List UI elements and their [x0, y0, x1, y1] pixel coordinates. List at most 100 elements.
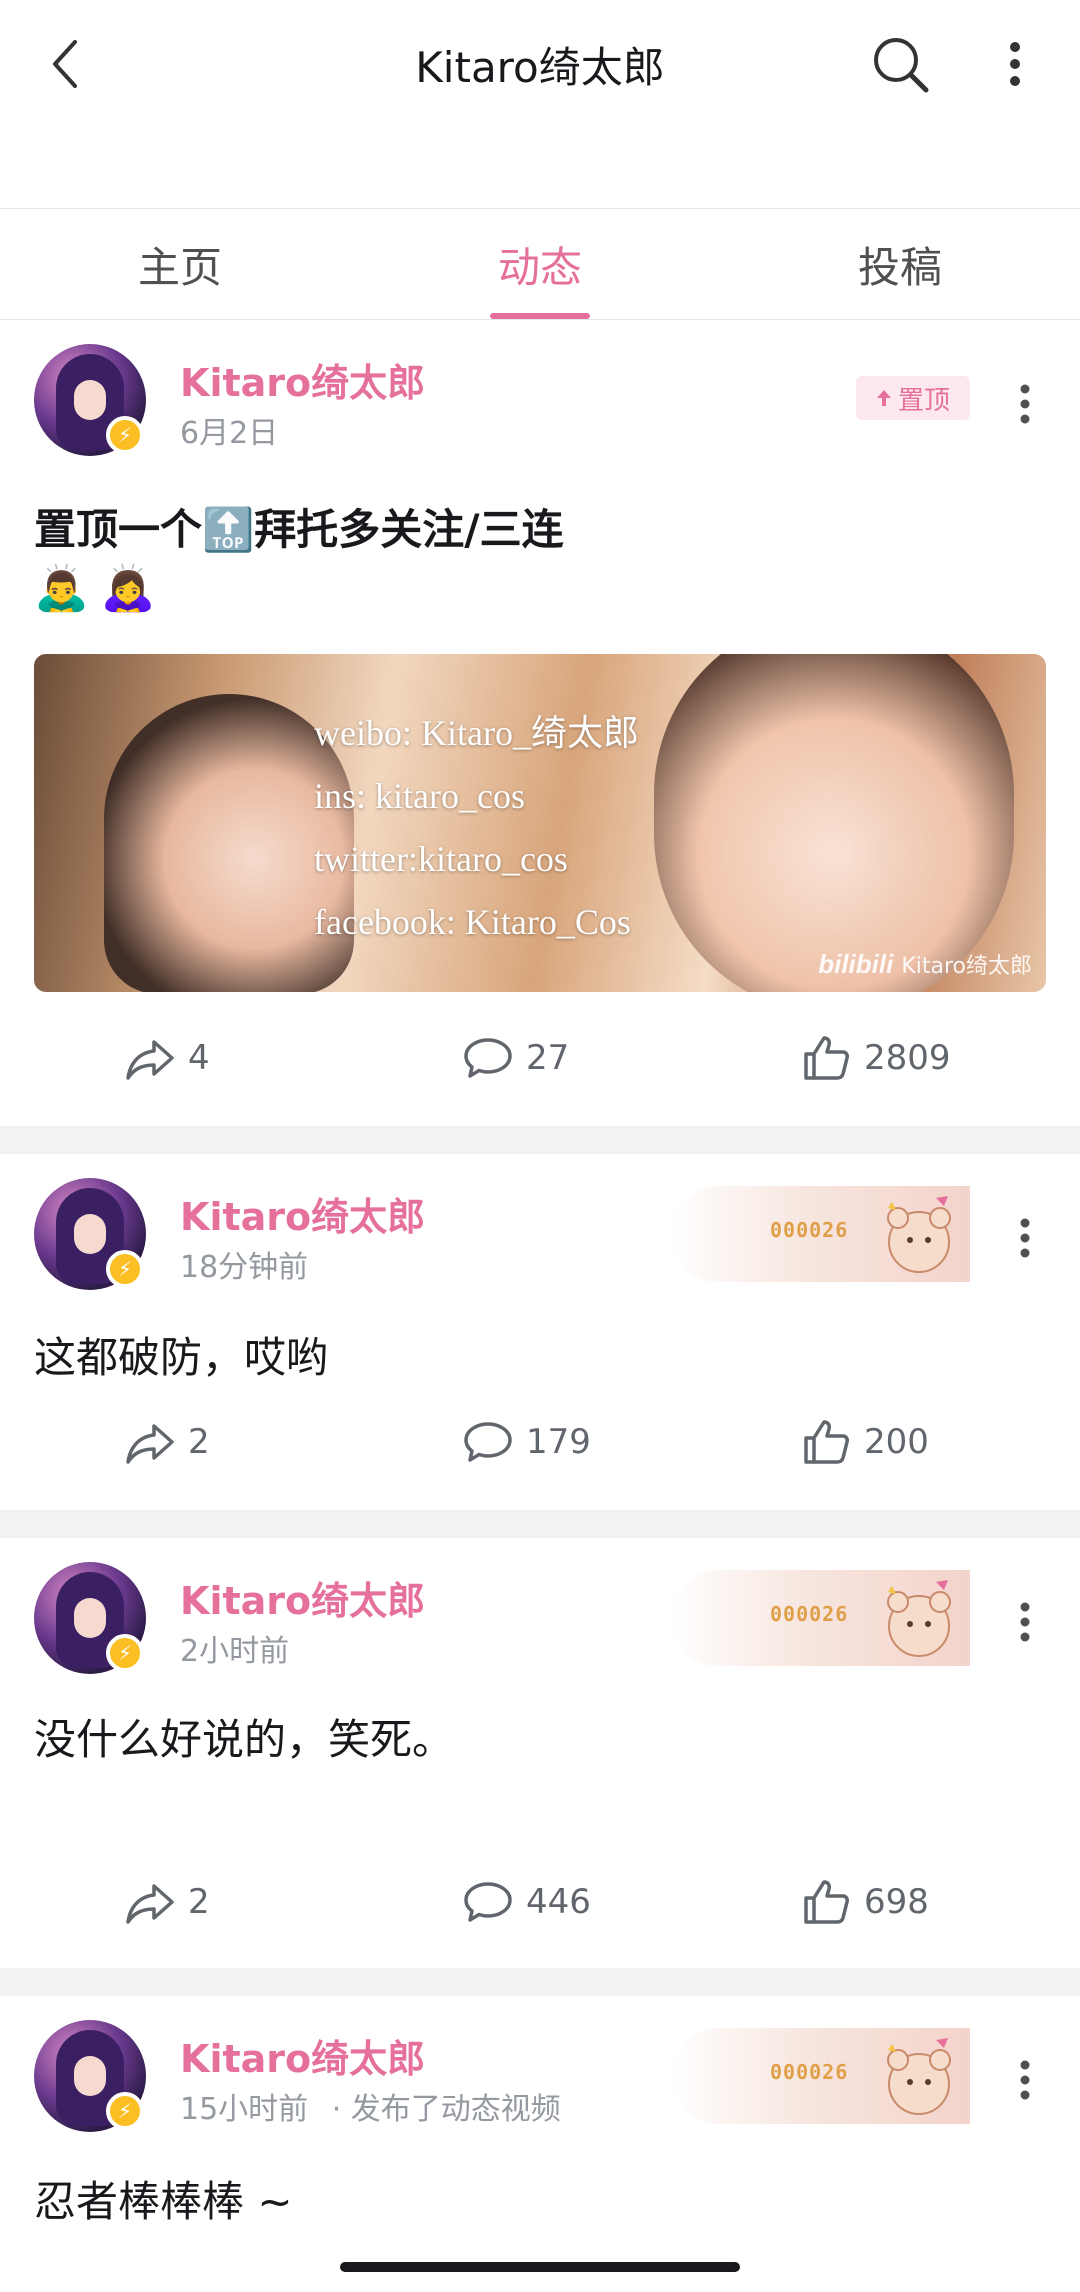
- fan-badge-number: 000026: [770, 1602, 849, 1626]
- share-icon: [126, 1884, 174, 1924]
- like-button[interactable]: 2809: [800, 1028, 951, 1088]
- bilibili-logo: bilibili: [818, 949, 894, 979]
- comment-count: 179: [526, 1422, 591, 1462]
- share-count: 2: [188, 1422, 210, 1462]
- author-name[interactable]: Kitaro绮太郎: [180, 352, 425, 407]
- tab-dynamics[interactable]: 动态: [360, 209, 720, 319]
- comment-count: 446: [526, 1882, 591, 1922]
- thumbs-up-icon: [804, 1036, 849, 1080]
- post-card[interactable]: ⚡ Kitaro绮太郎 18分钟前 000026 这都破防，哎哟 2 179 2…: [0, 1154, 1080, 1510]
- bear-decoration-icon: [887, 2038, 951, 2115]
- fan-badge-number: 000026: [770, 2060, 849, 2084]
- tab-submissions-label: 投稿: [857, 242, 942, 292]
- post-time: 6月2日: [180, 416, 279, 451]
- lightning-badge-icon: ⚡: [106, 1250, 144, 1288]
- pinned-label: 置顶: [897, 385, 950, 416]
- share-button[interactable]: 2: [124, 1412, 210, 1472]
- share-count: 4: [188, 1038, 210, 1078]
- lightning-badge-icon: ⚡: [106, 1634, 144, 1672]
- thumbs-up-icon: [804, 1880, 849, 1924]
- pinned-badge: 置顶: [856, 376, 970, 420]
- post-more-button[interactable]: [1000, 2050, 1050, 2110]
- share-count: 2: [188, 1882, 210, 1922]
- section-divider: [0, 1510, 1080, 1538]
- author-name[interactable]: Kitaro绮太郎: [180, 2028, 425, 2083]
- comment-icon: [464, 1882, 512, 1922]
- top-bar: Kitaro绮太郎: [0, 0, 1080, 130]
- post-more-button[interactable]: [1000, 374, 1050, 434]
- bear-decoration-icon: [887, 1196, 951, 1273]
- like-button[interactable]: 200: [800, 1412, 929, 1472]
- emoji-row: 🙇‍♂️ 🙇‍♀️: [34, 562, 156, 614]
- watermark-user: Kitaro绮太郎: [901, 954, 1032, 979]
- image-caption: weibo: Kitaro_绮太郎 ins: kitaro_cos twitte…: [314, 702, 639, 954]
- like-button[interactable]: 698: [800, 1872, 929, 1932]
- author-name[interactable]: Kitaro绮太郎: [180, 1570, 425, 1625]
- post-more-button[interactable]: [1000, 1208, 1050, 1268]
- bowing-woman-emoji: 🙇‍♀️: [100, 563, 156, 614]
- post-type-label: · 发布了动态视频: [331, 2092, 561, 2127]
- post-card[interactable]: ⚡ Kitaro绮太郎 2小时前 000026 没什么好说的，笑死。 2 446…: [0, 1538, 1080, 1968]
- more-vertical-icon: [1020, 384, 1030, 424]
- tab-dynamics-label: 动态: [497, 242, 582, 292]
- more-button[interactable]: [990, 28, 1040, 100]
- action-bar: 2 179 200: [0, 1412, 1080, 1472]
- search-icon: [874, 38, 929, 93]
- comment-button[interactable]: 27: [462, 1028, 569, 1088]
- fan-badge-decoration: 000026: [670, 1570, 970, 1666]
- post-time: 15小时前: [180, 2092, 309, 2127]
- home-indicator[interactable]: [340, 2262, 740, 2272]
- avatar[interactable]: ⚡: [34, 1178, 146, 1290]
- more-vertical-icon: [1010, 42, 1020, 86]
- lightning-badge-icon: ⚡: [106, 416, 144, 454]
- post-card[interactable]: ⚡ Kitaro绮太郎 15小时前 · 发布了动态视频 000026 忍者棒棒棒…: [0, 1996, 1080, 2292]
- image-line-facebook: facebook: Kitaro_Cos: [314, 902, 631, 942]
- post-text: 置顶一个🔝拜托多关注/三连: [34, 505, 564, 554]
- image-line-twitter: twitter:kitaro_cos: [314, 839, 568, 879]
- post-text: 这都破防，哎哟: [34, 1333, 329, 1382]
- avatar[interactable]: ⚡: [34, 2020, 146, 2132]
- fan-badge-decoration: 000026: [670, 2028, 970, 2124]
- share-icon: [126, 1424, 174, 1464]
- post-text: 忍者棒棒棒 ~: [34, 2177, 293, 2226]
- more-vertical-icon: [1020, 2060, 1030, 2100]
- tab-bar: 主页 动态 投稿: [0, 208, 1080, 320]
- post-image[interactable]: weibo: Kitaro_绮太郎 ins: kitaro_cos twitte…: [34, 654, 1046, 992]
- section-divider: [0, 1126, 1080, 1154]
- like-count: 200: [864, 1422, 929, 1462]
- post-more-button[interactable]: [1000, 1592, 1050, 1652]
- like-count: 2809: [864, 1038, 951, 1078]
- bowing-man-emoji: 🙇‍♂️: [34, 563, 89, 614]
- comment-icon: [464, 1422, 512, 1462]
- arrow-up-icon: [876, 390, 891, 406]
- share-button[interactable]: 4: [124, 1028, 210, 1088]
- tab-home-label: 主页: [137, 242, 222, 292]
- comment-button[interactable]: 179: [462, 1412, 591, 1472]
- image-line-weibo: weibo: Kitaro_绮太郎: [314, 713, 639, 753]
- avatar-face: [74, 1598, 106, 1638]
- more-vertical-icon: [1020, 1218, 1030, 1258]
- lightning-badge-icon: ⚡: [106, 2092, 144, 2130]
- avatar[interactable]: ⚡: [34, 1562, 146, 1674]
- action-bar: 2 446 698: [0, 1872, 1080, 1932]
- thumbs-up-icon: [804, 1420, 849, 1464]
- search-button[interactable]: [864, 28, 936, 100]
- like-count: 698: [864, 1882, 929, 1922]
- tab-submissions[interactable]: 投稿: [720, 209, 1080, 319]
- tab-home[interactable]: 主页: [0, 209, 360, 319]
- post-time: 2小时前: [180, 1634, 290, 1669]
- bear-decoration-icon: [887, 1580, 951, 1657]
- avatar[interactable]: ⚡: [34, 344, 146, 456]
- fan-badge-number: 000026: [770, 1218, 849, 1242]
- action-bar: 4 27 2809: [0, 1028, 1080, 1088]
- author-name[interactable]: Kitaro绮太郎: [180, 1186, 425, 1241]
- comment-button[interactable]: 446: [462, 1872, 591, 1932]
- image-watermark: bilibili Kitaro绮太郎: [818, 948, 1032, 980]
- share-button[interactable]: 2: [124, 1872, 210, 1932]
- comment-count: 27: [526, 1038, 570, 1078]
- fan-badge-decoration: 000026: [670, 1186, 970, 1282]
- post-time: 18分钟前: [180, 1250, 309, 1285]
- post-text: 没什么好说的，笑死。: [34, 1715, 455, 1764]
- comment-icon: [464, 1038, 512, 1078]
- avatar-face: [74, 2056, 106, 2096]
